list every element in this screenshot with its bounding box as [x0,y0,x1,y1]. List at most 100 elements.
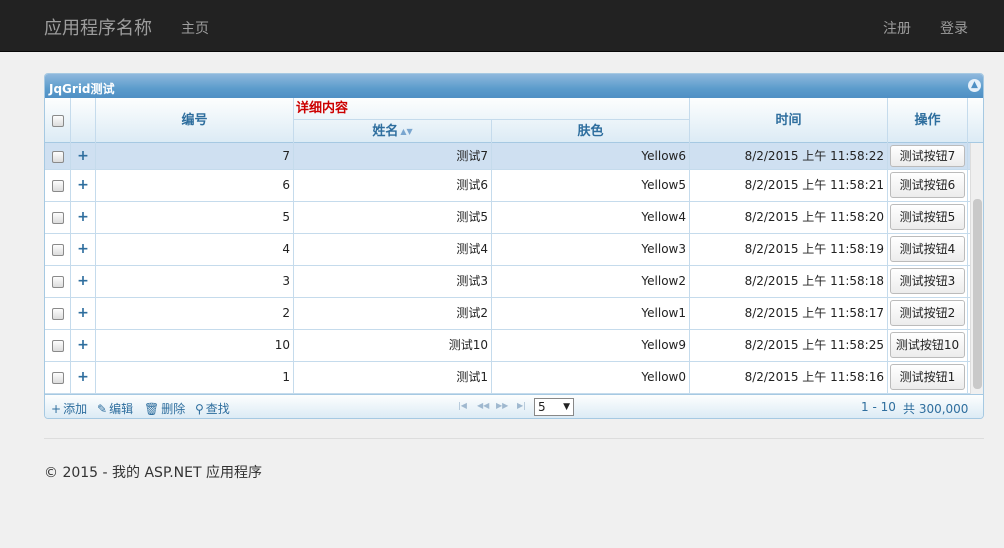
row-checkbox[interactable] [51,339,64,352]
table-row[interactable]: + 7 测试7 Yellow6 8/2/2015 上午 11:58:22 测试按… [45,143,970,170]
table-row[interactable]: + 6 测试6 Yellow5 8/2/2015 上午 11:58:21 测试按… [45,170,970,202]
cell-id: 2 [96,298,294,329]
add-button[interactable]: + 添加 [51,400,87,417]
table-row[interactable]: + 4 测试4 Yellow3 8/2/2015 上午 11:58:19 测试按… [45,234,970,266]
search-button[interactable]: ⚲ 查找 [195,400,230,417]
cell-color: Yellow1 [492,298,690,329]
expand-plus-icon[interactable]: + [77,305,89,321]
cell-id: 1 [96,362,294,393]
cell-action: 测试按钮1 [888,362,968,393]
cell-color: Yellow4 [492,202,690,233]
cell-name: 测试6 [294,170,492,201]
row-action-button[interactable]: 测试按钮2 [890,300,965,326]
expand-plus-icon[interactable]: + [77,273,89,289]
delete-button[interactable]: 🗑 删除 [144,400,185,417]
footer-text: © 2015 - 我的 ASP.NET 应用程序 [44,465,262,481]
row-checkbox[interactable] [51,275,64,288]
expand-cell: + [71,170,96,201]
row-action-button[interactable]: 测试按钮4 [890,236,965,262]
cell-color: Yellow0 [492,362,690,393]
cell-id: 3 [96,266,294,297]
edit-button-label: 编辑 [109,402,134,416]
cell-time: 8/2/2015 上午 11:58:18 [690,266,888,297]
navbar: 应用程序名称 主页 注册 登录 [0,0,1004,52]
expand-cell: + [71,202,96,233]
edit-button[interactable]: ✎ 编辑 [97,400,133,417]
record-range: 1 - 10 [861,400,896,414]
table-row[interactable]: + 10 测试10 Yellow9 8/2/2015 上午 11:58:25 测… [45,330,970,362]
row-checkbox[interactable] [51,211,64,224]
collapse-icon[interactable]: ▲ [968,79,981,92]
prev-page-icon[interactable]: ◀◀ [477,401,489,410]
cell-action: 测试按钮7 [888,143,968,169]
row-action-button[interactable]: 测试按钮10 [890,332,965,358]
column-header-color[interactable]: 肤色 [492,120,690,143]
cell-action: 测试按钮4 [888,234,968,265]
nav-login-link[interactable]: 登录 [940,18,968,38]
expand-cell: + [71,330,96,361]
row-checkbox[interactable] [51,371,64,384]
row-action-button[interactable]: 测试按钮1 [890,364,965,390]
grid-pager: + 添加 ✎ 编辑 🗑 删除 ⚲ 查找 |◀ ◀◀ ▶▶ ▶| 5 ▼ 1 - 10 共 … [45,394,983,418]
column-header-id[interactable]: 编号 [96,98,294,143]
table-row[interactable]: + 5 测试5 Yellow4 8/2/2015 上午 11:58:20 测试按… [45,202,970,234]
row-select-cell [45,298,71,329]
search-button-label: 查找 [205,402,230,416]
expand-plus-icon[interactable]: + [77,241,89,257]
last-page-icon[interactable]: ▶| [517,401,526,410]
expand-plus-icon[interactable]: + [77,209,89,225]
table-row[interactable]: + 1 测试1 Yellow0 8/2/2015 上午 11:58:16 测试按… [45,362,970,394]
cell-id: 7 [96,143,294,169]
expand-plus-icon[interactable]: + [77,148,89,164]
row-select-cell [45,362,71,393]
cell-id: 10 [96,330,294,361]
cell-action: 测试按钮2 [888,298,968,329]
expand-plus-icon[interactable]: + [77,337,89,353]
select-all-checkbox[interactable] [51,115,64,127]
column-header-time[interactable]: 时间 [690,98,888,143]
row-select-cell [45,202,71,233]
cell-id: 5 [96,202,294,233]
grid-header: 编号 详细内容 姓名 ▲▼ 肤色 时间 操作 [45,98,983,143]
nav-home-link[interactable]: 主页 [181,18,209,38]
column-header-name[interactable]: 姓名 ▲▼ [294,120,492,143]
cell-time: 8/2/2015 上午 11:58:22 [690,143,888,169]
table-row[interactable]: + 2 测试2 Yellow1 8/2/2015 上午 11:58:17 测试按… [45,298,970,330]
cell-id: 6 [96,170,294,201]
expand-cell: + [71,143,96,169]
grid-body: + 7 测试7 Yellow6 8/2/2015 上午 11:58:22 测试按… [45,143,983,394]
row-checkbox[interactable] [51,179,64,192]
row-checkbox[interactable] [51,150,64,163]
sort-icon[interactable]: ▲▼ [400,120,412,143]
row-select-cell [45,234,71,265]
vertical-scrollbar[interactable] [970,143,983,394]
column-header-action[interactable]: 操作 [888,98,968,143]
next-page-icon[interactable]: ▶▶ [496,401,508,410]
cell-name: 测试4 [294,234,492,265]
add-button-label: 添加 [63,402,88,416]
row-checkbox[interactable] [51,243,64,256]
row-action-button[interactable]: 测试按钮7 [890,145,965,167]
expand-plus-icon[interactable]: + [77,369,89,385]
nav-register-link[interactable]: 注册 [883,18,911,38]
cell-name: 测试1 [294,362,492,393]
row-select-cell [45,143,71,169]
cell-action: 测试按钮5 [888,202,968,233]
cell-time: 8/2/2015 上午 11:58:16 [690,362,888,393]
first-page-icon[interactable]: |◀ [458,401,467,410]
row-checkbox[interactable] [51,307,64,320]
page-size-select[interactable]: 5 ▼ [534,398,574,416]
row-action-button[interactable]: 测试按钮5 [890,204,965,230]
cell-time: 8/2/2015 上午 11:58:19 [690,234,888,265]
column-header-action-label: 操作 [914,113,941,128]
select-all-header [45,98,71,143]
expand-plus-icon[interactable]: + [77,177,89,193]
brand-link[interactable]: 应用程序名称 [44,14,152,40]
scrollbar-thumb[interactable] [973,199,982,389]
table-row[interactable]: + 3 测试3 Yellow2 8/2/2015 上午 11:58:18 测试按… [45,266,970,298]
row-action-button[interactable]: 测试按钮3 [890,268,965,294]
cell-color: Yellow3 [492,234,690,265]
pencil-icon: ✎ [97,402,108,416]
row-action-button[interactable]: 测试按钮6 [890,172,965,198]
group-header-details: 详细内容 [294,98,690,120]
